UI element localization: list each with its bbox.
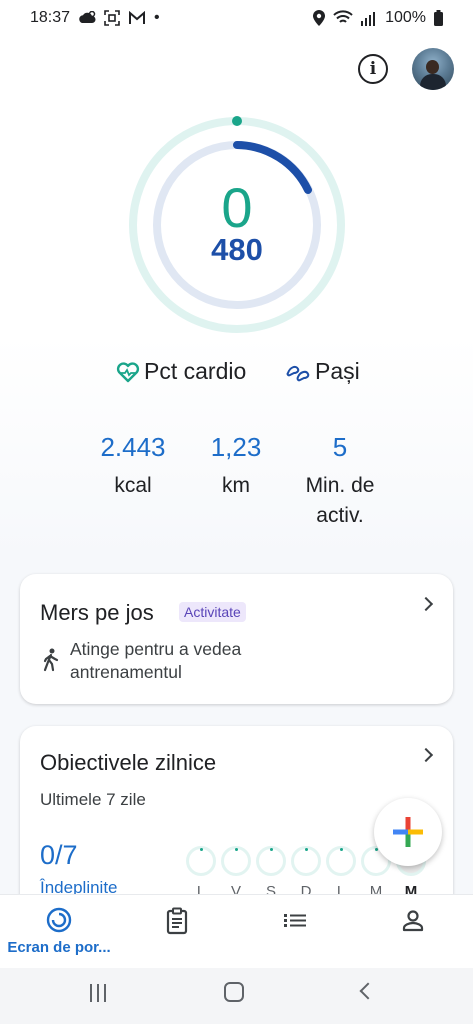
info-icon: i [369,59,377,79]
daily-goals-ring[interactable]: 0 480 [126,114,348,336]
stat-active-minutes-label-line1: Min. de [305,474,375,497]
legend-steps-label: Pași [315,358,360,384]
back-button[interactable] [359,982,377,1000]
cardio-ring-start-dot [232,116,242,126]
stat-calories: 2.443 kcal [78,432,188,501]
battery-level: 100% [385,9,426,26]
activity-hint-line1: Atinge pentru a vedea [70,639,242,659]
activity-hint-line2: antrenamentul [70,662,182,682]
nav-browse[interactable] [236,895,354,969]
home-button[interactable] [224,982,244,1002]
stat-distance: 1,23 km [181,432,291,501]
activity-badge: Activitate [179,602,246,622]
daily-goals-title: Obiectivele zilnice [40,750,217,775]
stat-calories-label: kcal [114,474,152,497]
signal-icon [361,10,377,26]
stat-active-minutes-value: 5 [332,432,348,462]
clipboard-icon [166,907,188,935]
avatar-head-shape [426,60,439,74]
day-ring [186,846,216,876]
steps-value: 480 [211,232,263,267]
list-icon [284,914,306,927]
weather-icon [78,11,96,25]
nav-profile[interactable] [354,895,472,969]
system-navigation-bar [0,968,473,1024]
steps-icon [286,365,310,381]
activity-card[interactable]: Mers pe jos Activitate Atinge pentru a v… [20,574,453,704]
day-ring [256,846,286,876]
status-bar: 18:37 • 100% [0,0,473,36]
day-ring [291,846,321,876]
status-time: 18:37 [30,9,71,26]
goals-achieved-count: 0/7 [40,840,78,870]
heart-icon [116,361,140,382]
recents-button[interactable] [90,984,106,1002]
activity-card-title: Mers pe jos [40,600,154,625]
day-ring [221,846,251,876]
chevron-right-icon [418,747,434,763]
stat-calories-value: 2.443 [100,432,166,462]
nav-home[interactable]: Ecran de por... [0,895,118,969]
legend-steps: Pași [285,358,360,385]
activity-hint: Atinge pentru a vedea antrenamentul [70,638,330,684]
legend-cardio: Pct cardio [116,358,246,385]
stat-active-minutes-label: Min. de activ. [285,471,395,531]
notification-dot: • [154,9,160,26]
daily-goals-subtitle: Ultimele 7 zile [40,790,146,809]
legend-cardio-label: Pct cardio [144,358,247,384]
walking-icon [43,648,59,672]
add-button[interactable] [374,798,442,866]
stat-active-minutes-label-line2: activ. [316,504,364,527]
wifi-icon [333,10,353,26]
stat-distance-value: 1,23 [210,432,262,462]
gmail-icon [128,11,146,25]
cardio-points-value: 0 [221,176,253,239]
stat-active-minutes: 5 Min. de activ. [285,432,395,531]
chevron-right-icon [418,596,434,612]
day-ring [326,846,356,876]
bottom-navigation: Ecran de por... [0,894,473,968]
nav-home-label: Ecran de por... [7,939,111,956]
avatar-body-shape [420,74,446,90]
home-rings-icon [46,907,72,933]
stat-distance-label: km [222,474,250,497]
person-icon [402,910,424,932]
plus-icon [393,817,423,847]
info-button[interactable]: i [358,54,388,84]
profile-avatar[interactable] [412,48,454,90]
battery-icon [434,10,443,26]
location-icon [313,10,326,26]
nav-journal[interactable] [118,895,236,969]
screenshot-icon [104,10,120,26]
